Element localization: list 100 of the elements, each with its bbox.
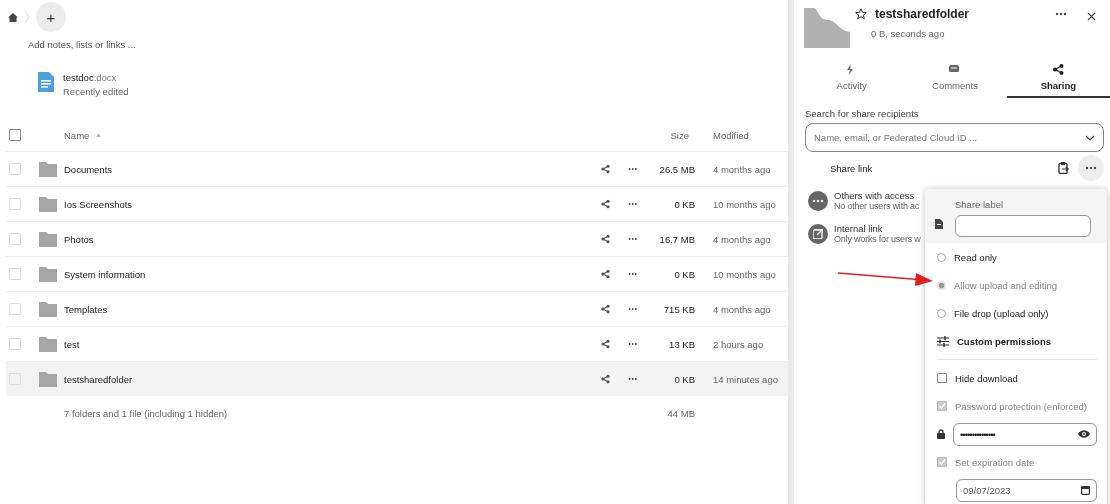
more-icon[interactable] bbox=[627, 202, 637, 206]
close-icon[interactable] bbox=[1087, 12, 1096, 21]
row-checkbox[interactable] bbox=[9, 233, 21, 245]
row-checkbox[interactable] bbox=[9, 338, 21, 350]
row-checkbox[interactable] bbox=[9, 303, 21, 315]
clipboard-icon[interactable] bbox=[1058, 162, 1069, 174]
modified-time: 2 hours ago bbox=[712, 338, 765, 350]
more-icon[interactable] bbox=[627, 272, 637, 276]
share-icon[interactable] bbox=[601, 303, 610, 315]
chevron-icon bbox=[24, 10, 30, 24]
file-name: testsharedfolder bbox=[64, 373, 133, 385]
share-icon[interactable] bbox=[601, 268, 610, 280]
recent-file[interactable]: testdoc.docx Recently edited bbox=[38, 72, 129, 97]
share-link-label: Share link bbox=[830, 162, 874, 174]
recipient-search-field[interactable]: Name, email, or Federated Cloud ID ... bbox=[805, 123, 1104, 152]
folder-icon bbox=[39, 371, 57, 387]
share-icon[interactable] bbox=[601, 163, 610, 175]
file-size: 715 KB bbox=[662, 303, 695, 315]
file-extension: .docx bbox=[93, 72, 117, 83]
file-name: Templates bbox=[64, 303, 108, 315]
row-checkbox[interactable] bbox=[9, 163, 21, 175]
star-icon[interactable] bbox=[855, 8, 867, 20]
external-link-icon bbox=[813, 228, 823, 239]
folder-icon bbox=[39, 336, 57, 352]
file-size: 0 KB bbox=[673, 373, 695, 385]
tab[interactable]: Comments bbox=[903, 64, 1007, 98]
column-header[interactable]: Name bbox=[64, 129, 90, 141]
file-row[interactable]: Templates 715 KB 4 months ago bbox=[6, 291, 788, 326]
recent-label: Recently edited bbox=[63, 86, 129, 97]
folder-icon bbox=[39, 266, 57, 282]
more-icon[interactable] bbox=[627, 377, 637, 381]
sort-icon bbox=[96, 133, 102, 137]
chevron-down-icon bbox=[1085, 135, 1095, 141]
select-all-checkbox[interactable] bbox=[9, 129, 21, 141]
total-size: 44 MB bbox=[666, 408, 695, 419]
field-label: Search for share recipients bbox=[805, 108, 920, 119]
folder-icon bbox=[39, 231, 57, 247]
date-field[interactable]: 09/07/2023 bbox=[956, 478, 1097, 502]
sliders-icon bbox=[937, 335, 949, 347]
checkbox[interactable] bbox=[937, 373, 947, 383]
document-icon bbox=[935, 219, 943, 229]
file-size: 26.5 MB bbox=[658, 163, 695, 175]
more-icon bbox=[1085, 166, 1097, 170]
entry-subtitle: Only works for users w bbox=[834, 234, 921, 244]
modified-time: 4 months ago bbox=[712, 233, 772, 245]
checkmark-icon bbox=[938, 459, 946, 465]
file-size: 13 KB bbox=[668, 338, 695, 350]
row-checkbox[interactable] bbox=[9, 268, 21, 280]
folder-thumbnail bbox=[804, 8, 850, 48]
menu-item[interactable]: Custom permissions bbox=[925, 327, 1097, 355]
home-icon bbox=[8, 12, 18, 22]
file-name: testdoc bbox=[63, 72, 94, 83]
sidebar-title: testsharedfolder bbox=[875, 7, 970, 21]
more-icon[interactable] bbox=[627, 307, 637, 311]
file-size: 16.7 MB bbox=[658, 233, 695, 245]
file-info: 0 B, seconds ago bbox=[871, 28, 946, 39]
summary-text: 7 folders and 1 file (including 1 hidden) bbox=[64, 408, 228, 419]
file-name: Ios Screenshots bbox=[64, 198, 133, 210]
eye-icon bbox=[1078, 430, 1090, 438]
file-row[interactable]: System information 0 KB 10 months ago bbox=[6, 256, 788, 291]
tab[interactable]: Sharing bbox=[1006, 64, 1110, 98]
file-name: Photos bbox=[64, 233, 94, 245]
lock-icon bbox=[937, 429, 945, 439]
calendar-icon bbox=[1081, 485, 1090, 495]
folder-icon bbox=[39, 161, 57, 177]
entry-title: Internal link bbox=[834, 223, 884, 234]
more-icon[interactable] bbox=[627, 167, 637, 171]
sharing-icon bbox=[1052, 64, 1064, 75]
share-icon[interactable] bbox=[601, 373, 610, 385]
more-icon[interactable] bbox=[1055, 12, 1067, 16]
file-name: Documents bbox=[64, 163, 113, 175]
column-header[interactable]: Size bbox=[631, 129, 695, 141]
entry-title: Others with access bbox=[834, 190, 916, 201]
column-header[interactable]: Modified bbox=[695, 129, 788, 141]
more-icon[interactable] bbox=[627, 342, 637, 346]
modified-time: 4 months ago bbox=[712, 163, 772, 175]
document-icon bbox=[38, 72, 54, 92]
file-row[interactable]: Ios Screenshots 0 KB 10 months ago bbox=[6, 186, 788, 221]
folder-icon bbox=[39, 301, 57, 317]
modified-time: 4 months ago bbox=[712, 303, 772, 315]
add-button[interactable]: + bbox=[36, 2, 66, 32]
share-icon[interactable] bbox=[601, 233, 610, 245]
field-label: Share label bbox=[955, 199, 1005, 210]
notes-field[interactable]: Add notes, lists or links ... bbox=[28, 39, 136, 50]
password-field[interactable]: ••••••••••••••• bbox=[953, 422, 1097, 446]
file-name: System information bbox=[64, 268, 146, 280]
more-icon bbox=[812, 198, 824, 203]
file-row[interactable]: Photos 16.7 MB 4 months ago bbox=[6, 221, 788, 256]
radio-option[interactable]: File drop (upload only) bbox=[925, 299, 1097, 327]
checkbox-option[interactable]: Hide download bbox=[925, 364, 1097, 392]
row-checkbox[interactable] bbox=[9, 198, 21, 210]
radio-option[interactable]: Read only bbox=[925, 243, 1097, 271]
more-icon[interactable] bbox=[627, 237, 637, 241]
tab[interactable]: Activity bbox=[800, 64, 904, 98]
share-icon[interactable] bbox=[601, 198, 610, 210]
file-row[interactable]: Documents 26.5 MB 4 months ago bbox=[6, 151, 788, 186]
file-row[interactable]: testsharedfolder 0 KB 14 minutes ago bbox=[6, 361, 788, 396]
share-icon[interactable] bbox=[601, 338, 610, 350]
share-label-field[interactable] bbox=[955, 215, 1091, 237]
entry-subtitle: No other users with ac bbox=[834, 201, 920, 211]
